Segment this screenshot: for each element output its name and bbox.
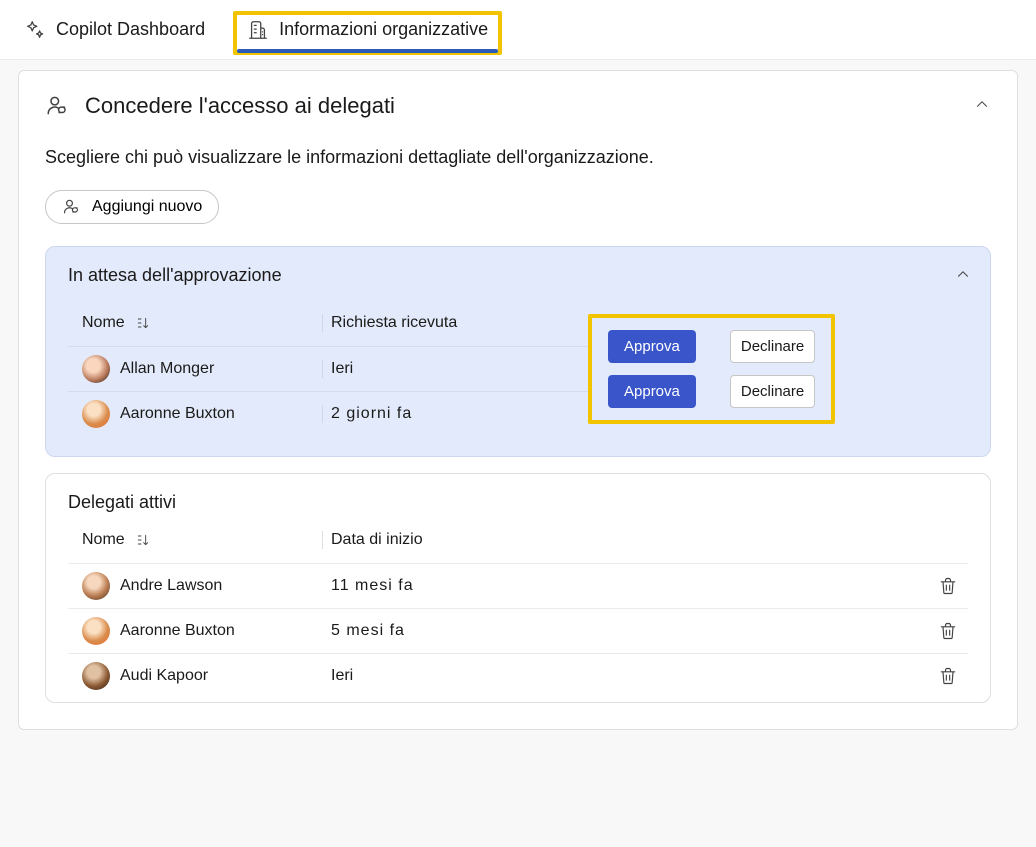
pending-title: In attesa dell'approvazione [68, 265, 968, 286]
active-title: Delegati attivi [68, 492, 968, 513]
chevron-up-icon[interactable] [954, 265, 972, 283]
people-link-icon [45, 93, 71, 119]
delete-button[interactable] [934, 572, 962, 600]
person-name: Audi Kapoor [120, 667, 208, 685]
sort-icon[interactable] [135, 532, 151, 548]
delete-button[interactable] [934, 662, 962, 690]
add-new-label: Aggiungi nuovo [92, 198, 202, 216]
tab-label: Copilot Dashboard [56, 19, 205, 40]
avatar [82, 617, 110, 645]
chevron-up-icon[interactable] [973, 95, 991, 113]
delete-button[interactable] [934, 617, 962, 645]
col-start-label: Data di inizio [331, 531, 423, 548]
pending-actions: Approva Declinare [602, 369, 821, 414]
tab-label: Informazioni organizzative [279, 19, 488, 40]
avatar [82, 572, 110, 600]
decline-button[interactable]: Declinare [730, 330, 815, 363]
request-time: 2 giorni fa [331, 405, 412, 422]
active-delegates-card: Delegati attivi Nome Data di inizio Andr… [45, 473, 991, 703]
pending-approval-card: In attesa dell'approvazione Nome Richies… [45, 246, 991, 457]
request-time: Ieri [322, 360, 562, 378]
avatar [82, 400, 110, 428]
person-add-icon [62, 197, 82, 217]
section-description: Scegliere chi può visualizzare le inform… [45, 147, 991, 168]
person-name: Aaronne Buxton [120, 405, 235, 423]
sparkle-icon [24, 19, 46, 41]
person-name: Allan Monger [120, 360, 214, 378]
tab-org-info[interactable]: Informazioni organizzative [233, 11, 502, 55]
sort-icon[interactable] [135, 315, 151, 331]
building-icon [247, 19, 269, 41]
top-tabs: Copilot Dashboard Informazioni organizza… [0, 0, 1036, 60]
delegate-access-card: Concedere l'accesso ai delegati Sceglier… [18, 70, 1018, 730]
approve-button[interactable]: Approva [608, 375, 696, 408]
active-row: Aaronne Buxton 5 mesi fa [68, 608, 968, 653]
active-table-header: Nome Data di inizio [68, 531, 968, 563]
col-name-label: Nome [82, 531, 125, 549]
decline-button[interactable]: Declinare [730, 375, 815, 408]
pending-row: Aaronne Buxton 2 giorni fa [68, 391, 588, 436]
add-new-button[interactable]: Aggiungi nuovo [45, 190, 219, 224]
start-time: Ieri [322, 667, 562, 685]
col-name-label: Nome [82, 314, 125, 332]
person-name: Aaronne Buxton [120, 622, 235, 640]
pending-table-header: Nome Richiesta ricevuta [68, 314, 588, 346]
person-name: Andre Lawson [120, 577, 222, 595]
active-row: Audi Kapoor Ieri [68, 653, 968, 698]
section-header: Concedere l'accesso ai delegati [45, 93, 991, 119]
section-title: Concedere l'accesso ai delegati [85, 93, 395, 119]
tab-copilot-dashboard[interactable]: Copilot Dashboard [20, 11, 209, 49]
pending-actions: Approva Declinare [602, 324, 821, 369]
avatar [82, 355, 110, 383]
approve-button[interactable]: Approva [608, 330, 696, 363]
start-time: 11 mesi fa [331, 577, 414, 594]
actions-highlight: Approva Declinare Approva Declinare [588, 314, 835, 424]
pending-row: Allan Monger Ieri [68, 346, 588, 391]
active-row: Andre Lawson 11 mesi fa [68, 563, 968, 608]
start-time: 5 mesi fa [331, 622, 405, 639]
col-request-label: Richiesta ricevuta [331, 314, 457, 331]
avatar [82, 662, 110, 690]
